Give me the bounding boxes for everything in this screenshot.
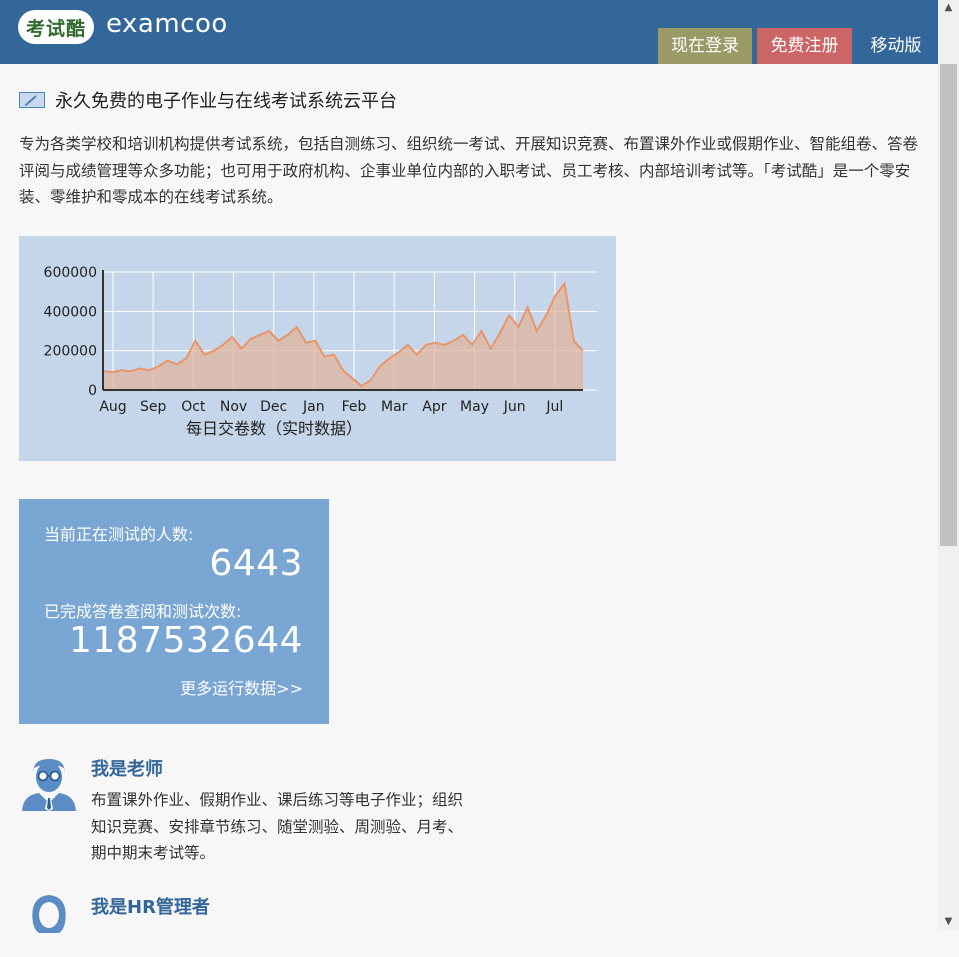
chart-x-tick-label: Jan [302, 399, 325, 415]
chart-x-tick-label: Dec [260, 399, 287, 415]
scroll-up-arrow-icon[interactable]: ▲ [938, 0, 959, 16]
intro-paragraph: 专为各类学校和培训机构提供考试系统，包括自测练习、组织统一考试、开展知识竞赛、布… [19, 135, 919, 206]
chart-svg: 0 200000 400000 600000 Aug Sep Oct Nov Dec Jan Feb… [44, 265, 597, 438]
chart-y-tick-label: 400000 [44, 304, 97, 320]
online-count-value: 6443 [209, 543, 303, 584]
stats-panel: 当前正在测试的人数: 6443 已完成答卷查阅和测试次数: 1187532644… [19, 499, 329, 724]
chart-y-tick-label: 600000 [44, 265, 97, 281]
headline-text: 永久免费的电子作业与在线考试系统云平台 [55, 91, 397, 112]
completed-count-value: 1187532644 [68, 620, 303, 661]
chart-x-tick-label: Sep [140, 399, 167, 415]
daily-submissions-chart: 0 200000 400000 600000 Aug Sep Oct Nov Dec Jan Feb… [19, 236, 616, 461]
scroll-down-arrow-icon[interactable]: ▼ [938, 914, 959, 930]
chart-x-tick-label: May [460, 399, 489, 415]
hr-manager-icon [19, 893, 79, 953]
site-name[interactable]: examcoo [106, 9, 228, 39]
scroll-thumb[interactable] [940, 64, 957, 546]
login-button[interactable]: 现在登录 [658, 28, 752, 64]
vertical-scrollbar[interactable]: ▲ ▼ [938, 0, 959, 930]
role-teacher-title[interactable]: 我是老师 [91, 755, 163, 781]
register-button[interactable]: 免费注册 [757, 28, 852, 64]
chart-y-tick-label: 0 [88, 383, 97, 399]
pencil-board-icon [19, 92, 45, 108]
online-count-label: 当前正在测试的人数: [44, 525, 194, 544]
role-teacher-description: 布置课外作业、假期作业、课后练习等电子作业；组织知识竞赛、安排章节练习、随堂测验… [91, 791, 464, 862]
chart-x-tick-label: Jun [503, 399, 526, 415]
completed-count-label: 已完成答卷查阅和测试次数: [44, 602, 242, 621]
teacher-icon [19, 755, 79, 815]
chart-x-tick-label: Feb [342, 399, 367, 415]
role-hr-title[interactable]: 我是HR管理者 [91, 893, 210, 919]
site-logo[interactable]: 考试酷 [18, 10, 94, 44]
mobile-version-link[interactable]: 移动版 [857, 28, 935, 64]
headline: 永久免费的电子作业与在线考试系统云平台 [19, 86, 397, 114]
chart-x-tick-label: Aug [99, 399, 126, 415]
chart-x-tick-label: Oct [181, 399, 206, 415]
chart-y-tick-label: 200000 [44, 344, 97, 360]
chart-x-tick-label: Jul [545, 399, 563, 415]
chart-x-tick-label: Apr [422, 399, 446, 415]
chart-x-axis-title: 每日交卷数（实时数据） [186, 419, 362, 438]
chart-x-tick-label: Nov [220, 399, 247, 415]
top-bar: 考试酷 examcoo 现在登录 免费注册 移动版 [0, 0, 938, 64]
chart-x-tick-label: Mar [381, 399, 408, 415]
more-stats-link[interactable]: 更多运行数据>> [180, 675, 303, 699]
chart-area-fill [103, 283, 583, 390]
